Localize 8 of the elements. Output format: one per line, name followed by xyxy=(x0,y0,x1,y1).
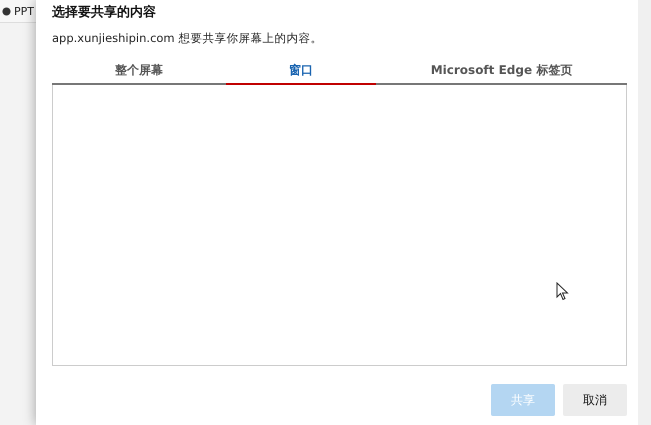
tab[interactable]: 窗口 xyxy=(226,58,376,85)
tab[interactable]: Microsoft Edge 标签页 xyxy=(376,58,627,85)
tab[interactable]: 整个屏幕 xyxy=(52,58,226,85)
cancel-button[interactable]: 取消 xyxy=(563,384,627,416)
dialog-title: 选择要共享的内容 xyxy=(52,4,157,22)
browser-tab[interactable]: PPT xyxy=(0,0,36,23)
dialog-subtitle: app.xunjieshipin.com 想要共享你屏幕上的内容。 xyxy=(52,31,324,46)
mouse-cursor-icon xyxy=(556,282,569,301)
